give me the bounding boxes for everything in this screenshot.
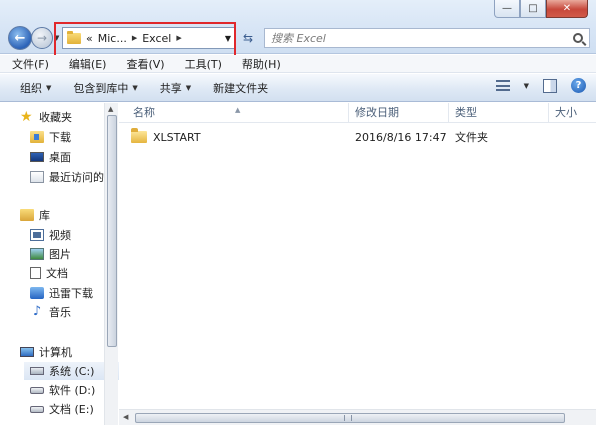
scroll-left-icon[interactable]: ◀: [123, 413, 128, 421]
sidebar-item-label: 迅雷下载: [49, 287, 93, 300]
menu-tools[interactable]: 工具(T): [185, 56, 222, 72]
scroll-grip-icon: [344, 415, 352, 421]
computer-icon: [20, 347, 34, 357]
refresh-icon: ⇆: [242, 31, 254, 45]
search-icon[interactable]: [573, 33, 583, 43]
column-header-label: 大小: [555, 106, 577, 119]
sidebar-item-label: 系统 (C:): [49, 365, 95, 378]
new-folder-label: 新建文件夹: [213, 81, 269, 95]
table-row[interactable]: XLSTART 2016/8/16 17:47 文件夹: [131, 128, 535, 146]
minimize-button[interactable]: —: [494, 0, 520, 18]
organize-button[interactable]: 组织 ▼: [20, 80, 51, 96]
desktop-icon: [30, 152, 44, 162]
sidebar-item-label: 图片: [49, 248, 71, 261]
system-drive-icon: [30, 367, 44, 375]
title-bar: — □ ✕ ← → ▼ « Mic... ▶ Excel ▶ ▼ ⇆: [0, 0, 596, 58]
sidebar-item-label: 文档: [46, 267, 68, 280]
command-bar: 组织 ▼ 包含到库中 ▼ 共享 ▼ 新建文件夹 ▼ ?: [0, 74, 596, 102]
column-header-type[interactable]: 类型: [449, 103, 549, 122]
star-icon: ★: [20, 109, 33, 125]
sort-ascending-icon: ▲: [235, 106, 241, 114]
sidebar-item-label: 文档 (E:): [49, 403, 94, 416]
back-button[interactable]: ←: [8, 26, 32, 50]
picture-library-icon: [30, 248, 44, 260]
sidebar-group-label: 收藏夹: [39, 111, 72, 124]
scroll-thumb[interactable]: [107, 115, 117, 347]
sidebar-item-label: 下载: [49, 131, 71, 144]
chevron-down-icon: ▼: [46, 83, 52, 92]
navigation-pane: ★ 收藏夹 下载 桌面 最近访问的位 库 视频 图片 文档 迅雷下载 ♪ 音乐 …: [0, 103, 132, 425]
sidebar-item-label: 视频: [49, 229, 71, 242]
share-button[interactable]: 共享 ▼: [160, 80, 191, 96]
folder-icon: [131, 128, 147, 143]
search-input[interactable]: [271, 31, 551, 45]
sidebar-group-label: 库: [39, 209, 50, 222]
preview-pane-icon[interactable]: [543, 78, 557, 93]
file-name: XLSTART: [153, 130, 201, 144]
close-button[interactable]: ✕: [546, 0, 588, 18]
arrow-right-icon: →: [36, 31, 48, 45]
horizontal-scrollbar[interactable]: ◀: [119, 409, 596, 425]
highlight-box: [54, 22, 236, 58]
column-header-name[interactable]: 名称 ▲: [119, 103, 349, 122]
refresh-button[interactable]: ⇆: [238, 28, 258, 48]
maximize-button[interactable]: □: [520, 0, 546, 18]
file-modified: 2016/8/16 17:47: [355, 130, 447, 144]
chevron-down-icon[interactable]: ▼: [524, 82, 529, 90]
include-in-library-label: 包含到库中: [73, 81, 129, 95]
file-type: 文件夹: [455, 131, 488, 144]
scroll-up-icon[interactable]: ▲: [108, 105, 113, 113]
column-header-size[interactable]: 大小: [549, 103, 596, 122]
help-icon[interactable]: ?: [571, 78, 586, 93]
file-list: 名称 ▲ 修改日期 类型 大小 XLSTART 2016/8/16 17:47 …: [119, 103, 596, 425]
window-controls: — □ ✕: [494, 0, 588, 18]
downloads-folder-icon: [30, 131, 44, 143]
column-header-modified[interactable]: 修改日期: [349, 103, 449, 122]
chevron-down-icon: ▼: [132, 83, 138, 92]
menu-help[interactable]: 帮助(H): [242, 56, 281, 72]
sidebar-item-label: 软件 (D:): [49, 384, 96, 397]
navigation-scrollbar[interactable]: ▲: [104, 103, 118, 425]
column-header-label: 修改日期: [355, 106, 399, 119]
share-label: 共享: [159, 81, 182, 95]
sidebar-item-label: 音乐: [49, 306, 71, 319]
music-note-icon: ♪: [32, 304, 42, 319]
sidebar-item-label: 桌面: [49, 151, 71, 164]
view-options-icon[interactable]: [495, 80, 510, 91]
search-box[interactable]: [264, 28, 590, 48]
menu-edit[interactable]: 编辑(E): [69, 56, 107, 72]
library-icon: [20, 209, 34, 221]
menu-file[interactable]: 文件(F): [12, 56, 49, 72]
menu-view[interactable]: 查看(V): [126, 56, 164, 72]
toolbar-right: ▼ ?: [495, 78, 586, 93]
column-headers: 名称 ▲ 修改日期 类型 大小: [119, 103, 596, 123]
sidebar-group-label: 计算机: [39, 346, 72, 359]
video-library-icon: [30, 229, 44, 241]
forward-button[interactable]: →: [31, 27, 53, 49]
organize-label: 组织: [20, 81, 42, 95]
column-header-label: 类型: [455, 106, 477, 119]
document-library-icon: [30, 267, 41, 279]
arrow-left-icon: ←: [14, 30, 26, 46]
menu-bar: 文件(F) 编辑(E) 查看(V) 工具(T) 帮助(H): [0, 55, 596, 73]
hard-drive-icon: [30, 405, 44, 413]
column-header-label: 名称: [133, 106, 155, 119]
new-folder-button[interactable]: 新建文件夹: [213, 80, 268, 96]
hard-drive-icon: [30, 386, 44, 394]
xunlei-download-icon: [30, 287, 44, 299]
chevron-down-icon: ▼: [185, 83, 192, 92]
recent-places-icon: [30, 171, 44, 183]
include-in-library-button[interactable]: 包含到库中 ▼: [73, 80, 137, 96]
